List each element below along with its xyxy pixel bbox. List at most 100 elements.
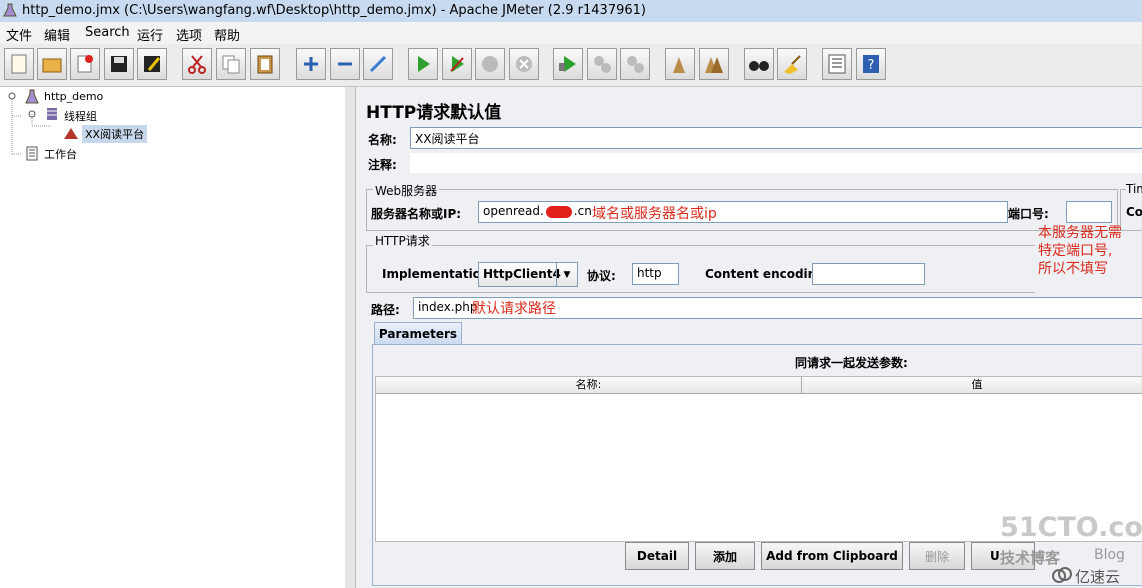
jmeter-flask-icon [3, 3, 17, 17]
clear-all-button[interactable] [699, 48, 729, 80]
title-bar: http_demo.jmx (C:\Users\wangfang.wf\Desk… [0, 0, 1142, 23]
search-button[interactable] [744, 48, 774, 80]
implementation-select[interactable]: HttpClient4 ▼ [478, 262, 578, 287]
expand-button[interactable] [296, 48, 326, 80]
implementation-value: HttpClient4 [483, 267, 561, 281]
templates-button[interactable] [37, 48, 67, 80]
name-field[interactable]: XX阅读平台 [410, 127, 1142, 149]
split-pane-divider[interactable] [345, 87, 356, 588]
function-helper-button[interactable] [822, 48, 852, 80]
test-plan-icon [25, 89, 39, 104]
comment-label: 注释: [368, 158, 397, 172]
scissors-icon [188, 55, 206, 74]
comment-field[interactable] [410, 153, 1142, 173]
column-header-name[interactable]: 名称: [376, 377, 802, 394]
tree-node-thread-group[interactable]: 线程组 [64, 108, 97, 124]
list-icon [828, 54, 846, 74]
broom-icon [784, 55, 801, 74]
detail-button[interactable]: Detail [625, 542, 689, 570]
tree-node-root[interactable]: http_demo [44, 90, 103, 103]
remote-shutdown-button[interactable] [620, 48, 650, 80]
stop-icon [482, 56, 498, 72]
save-as-button[interactable] [137, 48, 167, 80]
cloud-logo-icon [1052, 567, 1072, 583]
watermark-sub: 技术博客 [1000, 549, 1061, 567]
cut-button[interactable] [182, 48, 212, 80]
remote-start-button[interactable] [553, 48, 583, 80]
broom-clear-all-icon [705, 57, 723, 73]
remote-stop-icon [594, 56, 611, 73]
remote-play-icon [559, 56, 576, 72]
binoculars-icon [749, 61, 769, 71]
thread-group-icon [47, 108, 57, 120]
reset-search-button[interactable] [777, 48, 807, 80]
remote-stop-button[interactable] [587, 48, 617, 80]
clipboard-icon [257, 55, 273, 74]
redacted-mark [545, 205, 572, 218]
menu-bar: 文件 编辑 Search 运行 选项 帮助 [0, 22, 1142, 44]
server-name-field[interactable]: openread. .cn [478, 201, 1008, 223]
open-button[interactable] [70, 48, 100, 80]
add-button[interactable]: 添加 [695, 542, 755, 570]
menu-run[interactable]: 运行 [137, 25, 163, 44]
play-icon [418, 56, 430, 72]
server-name-suffix: .cn [573, 204, 592, 218]
tree-node-selected[interactable]: XX阅读平台 [82, 125, 148, 143]
save-button[interactable] [104, 48, 134, 80]
help-button[interactable]: ? [856, 48, 886, 80]
annotation-port-line3: 所以不填写 [1038, 261, 1108, 277]
plus-icon [304, 57, 318, 71]
watermark-brand: 亿速云 [1075, 568, 1121, 586]
save-icon [111, 56, 127, 72]
menu-search[interactable]: Search [85, 25, 130, 40]
help-icon: ? [863, 55, 879, 73]
column-header-value[interactable]: 值 [802, 377, 1142, 394]
tab-parameters[interactable]: Parameters [374, 322, 462, 345]
start-button[interactable] [408, 48, 438, 80]
add-from-clipboard-button[interactable]: Add from Clipboard [761, 542, 903, 570]
minus-icon [338, 62, 352, 66]
copy-button[interactable] [216, 48, 246, 80]
menu-edit[interactable]: 编辑 [44, 25, 70, 44]
folder-icon [42, 58, 62, 73]
connect-timeout-label: Co [1126, 205, 1142, 219]
collapse-button[interactable] [330, 48, 360, 80]
watermark-site: 51CTO.com [1000, 512, 1142, 543]
annotation-domain: 域名或服务器名或ip [592, 206, 717, 222]
clear-button[interactable] [665, 48, 695, 80]
window-title: http_demo.jmx (C:\Users\wangfang.wf\Desk… [22, 3, 646, 18]
paste-button[interactable] [250, 48, 280, 80]
shutdown-button[interactable] [509, 48, 539, 80]
remote-shutdown-icon [627, 56, 644, 73]
parameters-caption: 同请求一起发送参数: [795, 356, 908, 370]
panel-title: HTTP请求默认值 [366, 103, 502, 123]
broom-clear-icon [673, 57, 685, 73]
annotation-path: 默认请求路径 [472, 301, 556, 317]
new-button[interactable] [4, 48, 34, 80]
name-label: 名称: [368, 133, 397, 147]
watermark-blog: Blog [1094, 547, 1125, 563]
port-field[interactable] [1066, 201, 1112, 223]
menu-help[interactable]: 帮助 [214, 25, 240, 44]
annotation-port-line2: 特定端口号, [1038, 243, 1113, 259]
protocol-field[interactable]: http [632, 263, 679, 285]
timeouts-legend: Tim [1126, 182, 1142, 196]
menu-options[interactable]: 选项 [176, 25, 202, 44]
close-file-icon [77, 55, 93, 73]
path-label: 路径: [371, 303, 400, 317]
tree-node-workbench[interactable]: 工作台 [44, 146, 77, 162]
toolbar: ? [0, 44, 1142, 87]
menu-file[interactable]: 文件 [6, 25, 32, 44]
toggle-button[interactable] [363, 48, 393, 80]
http-defaults-icon [64, 128, 78, 139]
start-no-pauses-button[interactable] [442, 48, 472, 80]
protocol-label: 协议: [587, 269, 616, 283]
test-plan-tree: http_demo 线程组 XX阅读平台 工作台 [0, 87, 346, 588]
new-file-icon [11, 54, 27, 74]
stop-button[interactable] [475, 48, 505, 80]
server-name-label: 服务器名称或IP: [371, 207, 462, 221]
port-label: 端口号: [1008, 207, 1049, 221]
delete-button[interactable]: 删除 [909, 542, 965, 570]
annotation-port-line1: 本服务器无需 [1038, 225, 1122, 241]
content-encoding-field[interactable] [812, 263, 925, 285]
